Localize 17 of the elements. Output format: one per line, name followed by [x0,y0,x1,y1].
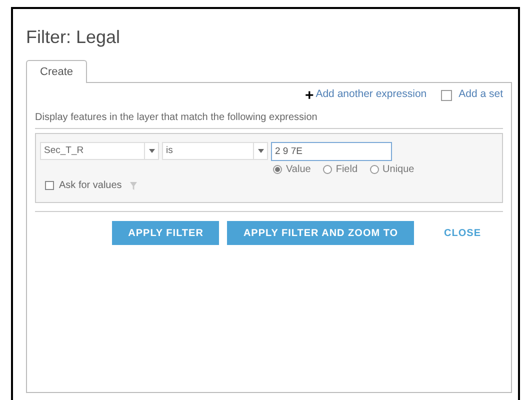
caret-icon [148,149,154,153]
apply-button[interactable]: APPLY FILTER [112,221,220,245]
tab[interactable]: Create [26,60,88,83]
operator-select[interactable]: is [162,142,268,160]
value-type-radio[interactable]: Value [273,162,311,177]
description-text: Display features in the layer that match the following expression [35,107,503,129]
caret-icon [258,149,264,153]
ask-for-values-checkbox[interactable]: Ask for values [45,178,122,193]
value-type-radio[interactable]: Unique [370,162,414,177]
filter-icon [130,182,137,190]
field-select[interactable]: Sec_T_R [40,142,159,160]
close-button[interactable]: CLOSE [432,221,493,245]
value-type-radio[interactable]: Field [322,162,358,177]
apply-button[interactable]: APPLY FILTER AND ZOOM TO [227,221,414,245]
dialog-title: Filter: Legal [26,26,122,49]
value-input[interactable]: 2 9 7E [271,142,392,161]
add-set-checkbox[interactable]: Add a set [440,87,503,103]
